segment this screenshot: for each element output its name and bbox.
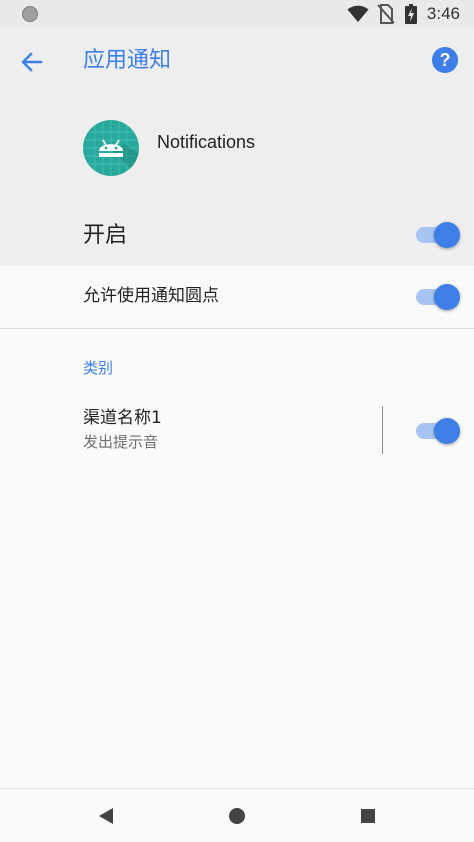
android-icon bbox=[83, 120, 139, 176]
wifi-icon bbox=[347, 5, 369, 22]
nav-home-circle-icon bbox=[229, 808, 245, 824]
app-name: Notifications bbox=[157, 132, 256, 152]
toggle-thumb bbox=[434, 418, 460, 444]
allow-notification-dots-switch[interactable] bbox=[416, 284, 460, 310]
nav-home-button[interactable] bbox=[223, 802, 251, 830]
status-time: 3:46 bbox=[426, 4, 460, 23]
nav-recents-square-icon bbox=[361, 809, 375, 823]
categories-header: 类别 bbox=[83, 359, 114, 377]
help-circle-icon: ? bbox=[439, 49, 451, 70]
notification-dot-icon bbox=[22, 6, 38, 22]
arrow-left-icon bbox=[21, 52, 43, 72]
app-notification-settings-screen: 3:46 应用通知 ? Notifications 开启 允许使用通知圆点 类别… bbox=[0, 0, 474, 842]
help-button[interactable]: ? bbox=[432, 47, 458, 73]
channel-summary: 发出提示音 bbox=[83, 433, 159, 451]
channel-name: 渠道名称1 bbox=[83, 408, 162, 428]
nav-back-triangle-icon bbox=[99, 808, 113, 824]
battery-charging-icon bbox=[404, 4, 417, 24]
navigation-bar bbox=[0, 788, 474, 842]
master-toggle-switch[interactable] bbox=[416, 222, 460, 248]
nav-recents-button[interactable] bbox=[354, 802, 382, 830]
channel-toggle-switch[interactable] bbox=[416, 418, 460, 444]
channel-row[interactable]: 渠道名称1 发出提示音 bbox=[0, 396, 474, 466]
no-sim-icon bbox=[377, 4, 395, 24]
back-button[interactable] bbox=[16, 46, 48, 78]
channel-divider bbox=[382, 406, 383, 454]
page-title: 应用通知 bbox=[83, 48, 172, 73]
toggle-thumb bbox=[434, 284, 460, 310]
app-header: 应用通知 ? Notifications 开启 bbox=[0, 28, 474, 266]
status-icons: 3:46 bbox=[347, 3, 460, 25]
master-toggle-label: 开启 bbox=[83, 223, 128, 248]
toggle-thumb bbox=[434, 222, 460, 248]
allow-notification-dots-row[interactable]: 允许使用通知圆点 bbox=[0, 266, 474, 329]
status-bar: 3:46 bbox=[0, 0, 474, 28]
nav-back-button[interactable] bbox=[92, 802, 120, 830]
allow-notification-dots-label: 允许使用通知圆点 bbox=[83, 286, 219, 306]
